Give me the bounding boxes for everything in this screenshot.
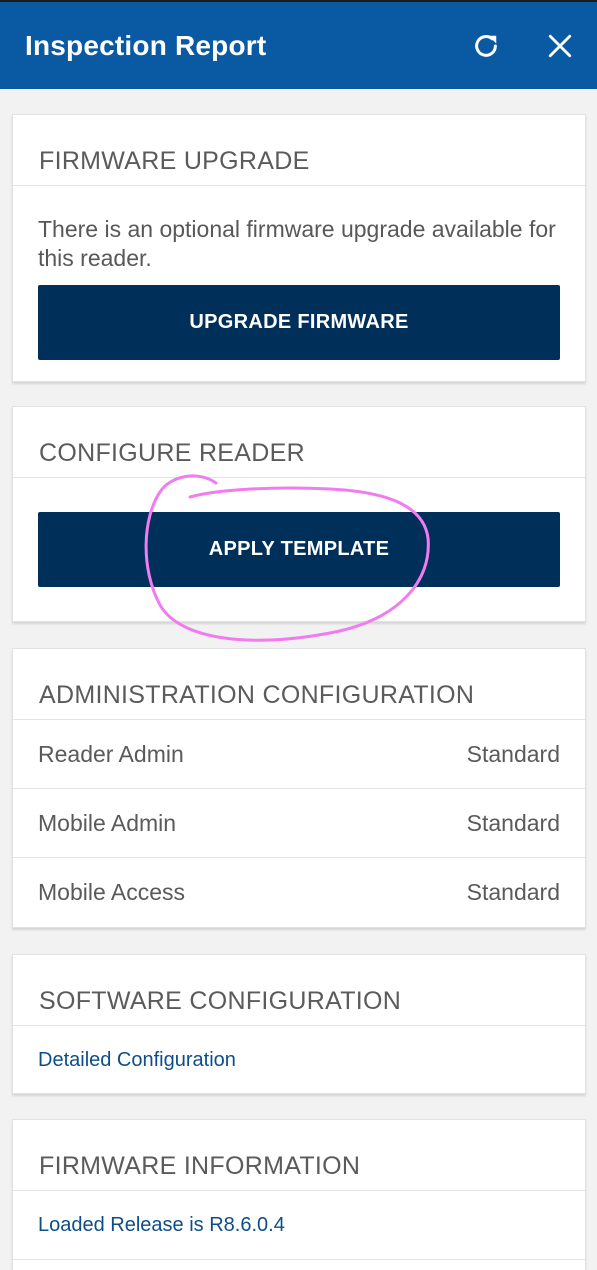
administration-configuration-card: ADMINISTRATION CONFIGURATION Reader Admi…	[12, 648, 586, 928]
upgrade-firmware-button[interactable]: UPGRADE FIRMWARE	[38, 285, 560, 360]
reader-admin-value: Standard	[466, 740, 560, 767]
list-item: Mobile Access Standard	[13, 858, 585, 927]
administration-configuration-heading: ADMINISTRATION CONFIGURATION	[13, 649, 585, 720]
firmware-information-heading: FIRMWARE INFORMATION	[13, 1120, 585, 1191]
mobile-admin-label: Mobile Admin	[38, 809, 177, 836]
refresh-icon[interactable]	[468, 28, 504, 64]
mobile-access-value: Standard	[466, 879, 560, 905]
page-title: Inspection Report	[25, 30, 267, 61]
configure-reader-heading: CONFIGURE READER	[13, 407, 585, 478]
firmware-upgrade-heading: FIRMWARE UPGRADE	[13, 115, 585, 186]
software-configuration-heading: SOFTWARE CONFIGURATION	[13, 955, 585, 1026]
software-configuration-card: SOFTWARE CONFIGURATION Detailed Configur…	[12, 954, 586, 1094]
firmware-upgrade-card: FIRMWARE UPGRADE There is an optional fi…	[12, 114, 586, 382]
list-item: Reader Admin Standard	[13, 720, 585, 789]
detailed-configuration-link[interactable]: Detailed Configuration	[13, 1026, 585, 1095]
apply-template-button[interactable]: APPLY TEMPLATE	[38, 512, 560, 587]
firmware-information-card: FIRMWARE INFORMATION Loaded Release is R…	[12, 1119, 586, 1270]
reader-admin-label: Reader Admin	[38, 740, 184, 767]
firmware-upgrade-description: There is an optional firmware upgrade av…	[38, 216, 556, 271]
configure-reader-card: CONFIGURE READER APPLY TEMPLATE	[12, 406, 586, 622]
mobile-admin-value: Standard	[466, 809, 560, 836]
app-bar: Inspection Report	[0, 0, 597, 89]
close-icon[interactable]	[542, 28, 578, 64]
loaded-release-link[interactable]: Loaded Release is R8.6.0.4	[13, 1191, 585, 1260]
mobile-access-label: Mobile Access	[38, 879, 186, 905]
list-item: Mobile Admin Standard	[13, 789, 585, 858]
